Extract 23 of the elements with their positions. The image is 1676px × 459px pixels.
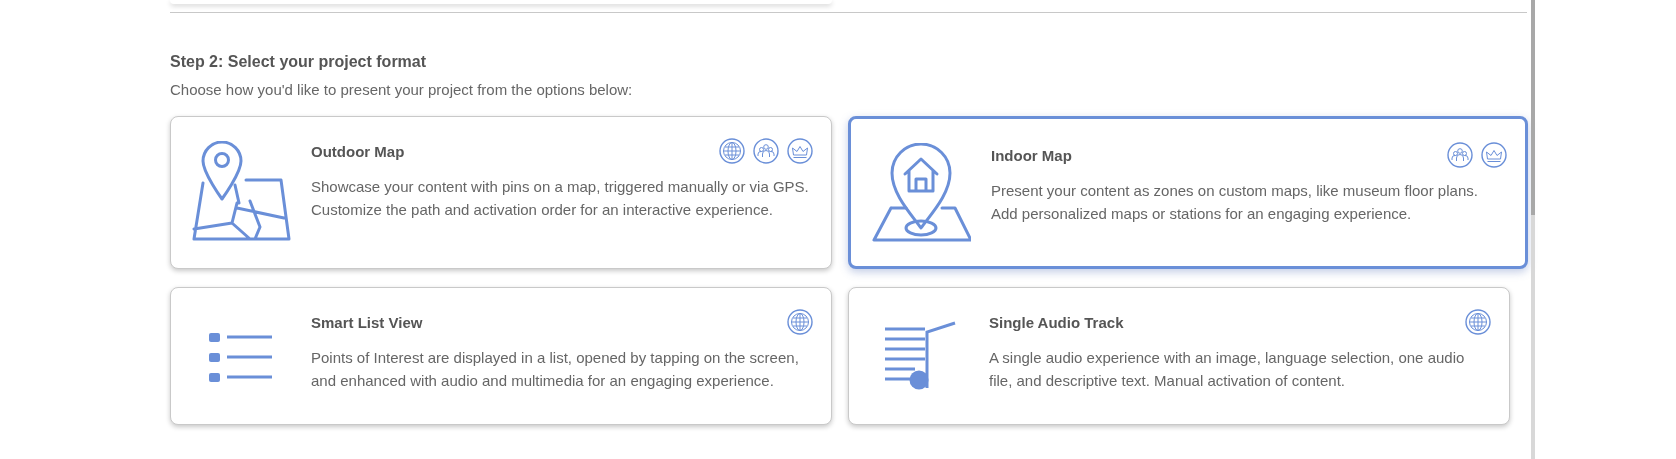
format-description: A single audio experience with an image, language selection, one audio file, and descriptive text. Manual activation of content. <box>989 348 1466 391</box>
step-subtitle: Choose how you'd like to present your project from the options below: <box>170 81 634 98</box>
format-title: Single Audio Track <box>989 313 1124 331</box>
scrollbar[interactable] <box>1531 0 1535 459</box>
indoor-map-icon <box>871 142 971 243</box>
format-card[interactable]: Indoor Map Present your content as zones on custom maps, like museum floor plans. Add personalized maps or stations for an engaging experience. <box>848 116 1528 269</box>
format-title: Indoor Map <box>991 146 1072 164</box>
format-card[interactable]: Outdoor Map Showcase your content with pins on a map, triggered manually or via GPS. Customize the path and activation order for an interactive experience. <box>170 116 832 269</box>
format-title: Smart List View <box>311 313 423 331</box>
globe-icon <box>787 309 813 335</box>
people-icon <box>753 138 779 164</box>
globe-icon <box>719 138 745 164</box>
format-card[interactable]: Smart List View Points of Interest are displayed in a list, opened by tapping on the screen, and enhanced with audio and multimedia for an engaging experience. <box>170 287 832 425</box>
globe-icon <box>1465 309 1491 335</box>
format-title: Outdoor Map <box>311 142 405 160</box>
format-description: Points of Interest are displayed in a list, opened by tapping on the screen, and enhanced with audio and multimedia for an engaging experience. <box>311 348 800 391</box>
people-icon <box>1447 142 1473 168</box>
format-description: Present your content as zones on custom maps, like museum floor plans. Add personalized maps or stations for an engaging experience. <box>991 181 1479 224</box>
step-heading: Step 2: Select your project format <box>170 53 428 71</box>
crown-icon <box>787 138 813 164</box>
crown-icon <box>1481 142 1507 168</box>
format-description: Showcase your content with pins on a map, triggered manually or via GPS. Customize the path and activation order for an interactive experience. <box>311 177 810 220</box>
format-card[interactable]: Single Audio Track A single audio experience with an image, language selection, one audio file, and descriptive text. Manual activation of content. <box>848 287 1510 425</box>
